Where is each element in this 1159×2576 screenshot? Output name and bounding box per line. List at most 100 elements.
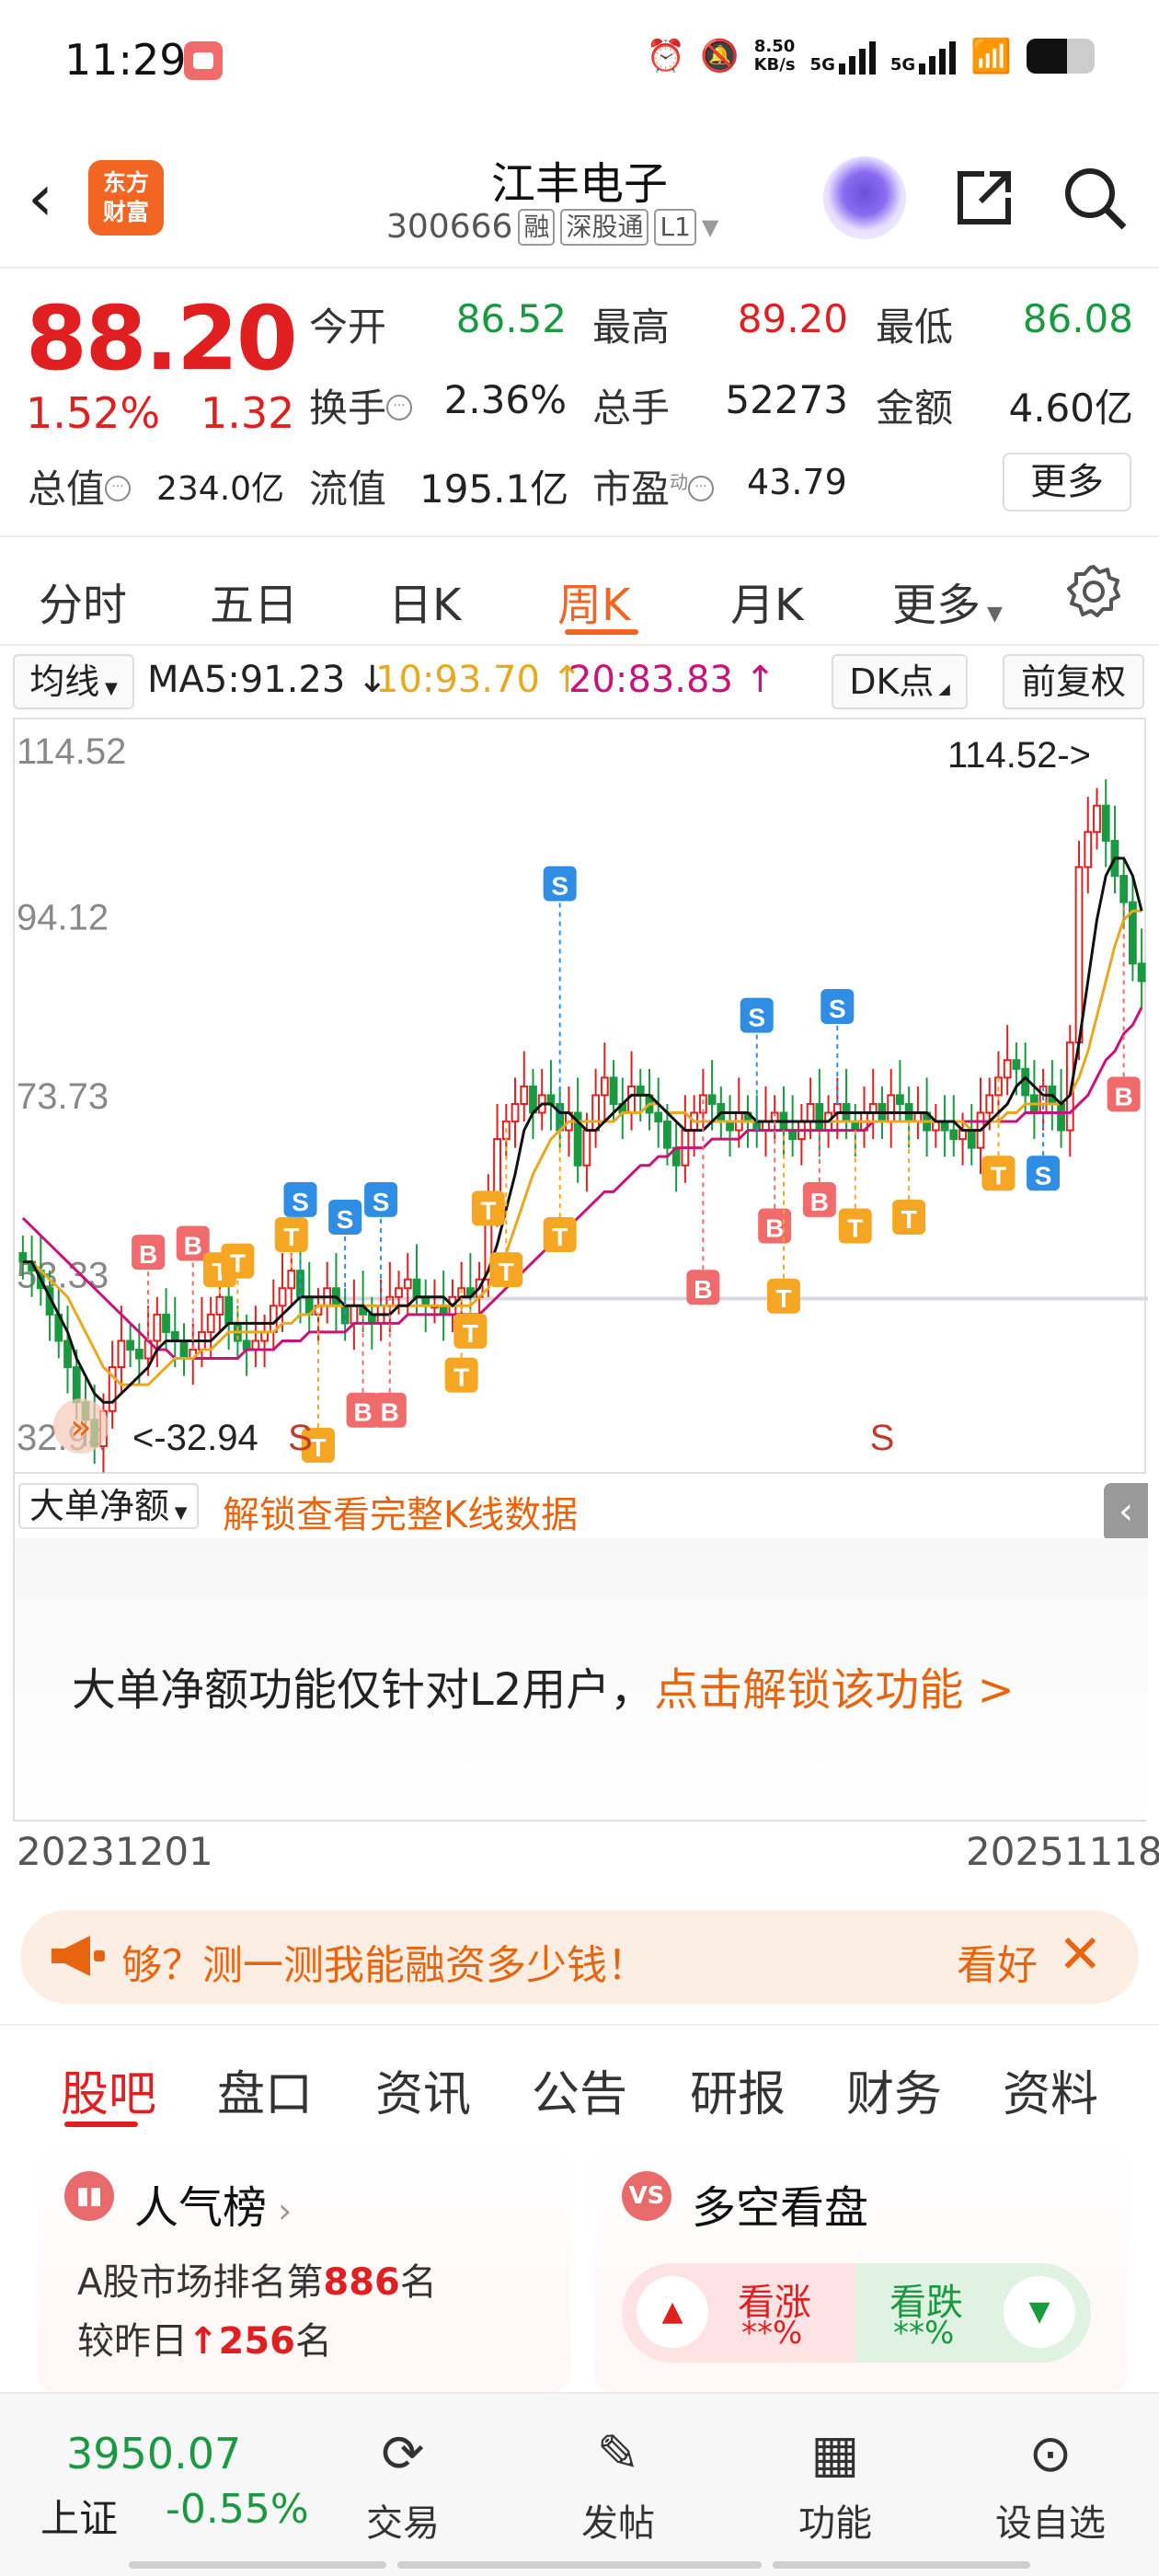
promo-banner[interactable]: 够？测一测我能融资多少钱！ 看好 ✕ xyxy=(20,1910,1139,2004)
candle-body xyxy=(72,1366,81,1404)
margin-tag: 融 xyxy=(518,208,556,246)
ma20-value: 20:83.83 ↑ xyxy=(568,659,776,701)
pe-label: 市盈动 ··· xyxy=(592,458,715,514)
close-icon[interactable]: ✕ xyxy=(1058,1923,1103,1985)
candle-body xyxy=(511,1102,520,1123)
signal-marker-label: S xyxy=(748,1004,765,1032)
candle-body xyxy=(63,1340,72,1369)
signal-marker-label: B xyxy=(694,1275,712,1304)
signal-marker-label: S xyxy=(337,1205,354,1234)
candle-body xyxy=(179,1340,189,1360)
dk-point-selector[interactable]: DK点 ◢ xyxy=(832,654,968,709)
status-bar: 11:29 ⏰ 🔕 8.50 KB/s 5G 5G 📶 xyxy=(0,0,1159,124)
more-dots-icon: ⊙ xyxy=(1028,2424,1073,2484)
ma5-line xyxy=(22,857,1143,1404)
tab-daily-k[interactable]: 日K xyxy=(388,569,461,633)
tab-weekly-k[interactable]: 周K xyxy=(557,569,630,633)
signal-marker-label: B xyxy=(1115,1082,1133,1110)
flow-indicator-selector[interactable]: 大单净额 ▼ xyxy=(18,1483,199,1529)
vote-up-pct: **% xyxy=(741,2315,803,2352)
nav-watchlist[interactable]: ⊙ 设自选 xyxy=(986,2420,1115,2547)
candle-body xyxy=(815,1102,824,1132)
big-order-panel: 大单净额 ▼ 解锁查看完整K线数据 ‹ 大单净额功能仅针对L2用户，点击解锁该功… xyxy=(13,1474,1148,1822)
max-price-label: 114.52-> xyxy=(947,735,1091,776)
nav-functions-label: 功能 xyxy=(798,2502,872,2545)
tab-five-day[interactable]: 五日 xyxy=(210,569,298,633)
content-tabs: 股吧 盘口 资讯 公告 研报 财务 资料 xyxy=(0,2024,1159,2134)
candle-body xyxy=(663,1121,671,1149)
more-button[interactable]: 更多 xyxy=(1003,453,1131,512)
level-tag[interactable]: L1 xyxy=(654,208,696,246)
share-icon[interactable] xyxy=(947,161,1021,235)
info-icon[interactable]: ··· xyxy=(105,475,132,501)
info-icon[interactable]: ··· xyxy=(688,475,715,501)
candle-body xyxy=(806,1102,815,1123)
stock-header: ‹ 东方 财富 江丰电子 300666 融 深股通 L1 ▼ xyxy=(0,138,1159,267)
search-icon[interactable] xyxy=(1058,161,1131,235)
unlock-feature-link[interactable]: 点击解锁该功能 > xyxy=(654,1664,1014,1716)
low-label: 最低 xyxy=(876,305,954,350)
alarm-icon: ⏰ xyxy=(646,38,686,75)
end-date: 20251118 xyxy=(966,1829,1159,1874)
tab-profile[interactable]: 资料 xyxy=(1003,2055,1098,2124)
signal-icon: 5G xyxy=(810,38,876,75)
tab-panel[interactable]: 盘口 xyxy=(217,2055,313,2124)
signal-marker-label: T xyxy=(499,1258,514,1286)
tab-guba[interactable]: 股吧 xyxy=(61,2055,156,2124)
tab-more[interactable]: 更多 ▼ xyxy=(892,569,1003,633)
home-indicator xyxy=(773,2561,1030,2569)
expand-arrow-glyph: » xyxy=(70,1407,91,1447)
ma10-value: 10:93.70 ↑ xyxy=(375,659,583,701)
vote-down-button[interactable]: 看跌 **% ▼ xyxy=(856,2263,1091,2363)
signal-marker-label: T xyxy=(552,1223,568,1251)
nav-functions[interactable]: ▦ 功能 xyxy=(771,2420,900,2547)
tab-finance[interactable]: 财务 xyxy=(846,2055,942,2124)
signal-marker-label: T xyxy=(463,1319,478,1348)
float-mv-label: 流值 xyxy=(309,466,387,512)
unlock-link[interactable]: 解锁查看完整K线数据 xyxy=(223,1485,578,1538)
start-date: 20231201 xyxy=(17,1829,213,1874)
chevron-down-icon[interactable]: ▼ xyxy=(702,214,718,240)
tab-monthly-k[interactable]: 月K xyxy=(730,569,803,633)
adjust-selector[interactable]: 前复权 xyxy=(1003,654,1144,709)
gear-icon[interactable] xyxy=(1065,563,1122,624)
signal-marker-label: B xyxy=(810,1188,829,1216)
candle-body xyxy=(412,1278,421,1298)
collapse-arrow-icon[interactable]: ‹ xyxy=(1104,1483,1148,1542)
open-value: 86.52 xyxy=(455,296,567,341)
ai-assistant-icon[interactable] xyxy=(823,156,906,239)
nav-post[interactable]: ✎ 发帖 xyxy=(554,2420,683,2547)
banner-look-link[interactable]: 看好 xyxy=(957,1932,1038,1991)
tab-announcements[interactable]: 公告 xyxy=(532,2055,627,2124)
index-name: 上证 xyxy=(40,2496,119,2541)
tab-intraday[interactable]: 分时 xyxy=(39,569,127,633)
kline-svg[interactable]: 114.5294.1273.7353.3332.94BBTTSTSSTBBTTT… xyxy=(15,719,1148,1476)
bar-chart-icon: ▮▮ xyxy=(64,2171,114,2221)
kline-chart[interactable]: 114.5294.1273.7353.3332.94BBTTSTSSTBBTTT… xyxy=(13,718,1148,1476)
candle-body xyxy=(949,1129,958,1141)
sell-label: S xyxy=(288,1418,313,1458)
y-tick-label: 94.12 xyxy=(17,898,109,938)
vote-up-button[interactable]: ▲ 看涨 **% xyxy=(622,2263,856,2363)
info-icon[interactable]: ··· xyxy=(386,394,413,420)
candle-body xyxy=(627,1085,636,1114)
indicator-selector[interactable]: 均线 ▼ xyxy=(13,654,134,709)
sell-label: S xyxy=(870,1418,895,1458)
signal-marker-label: T xyxy=(991,1161,1006,1190)
popularity-card[interactable]: ▮▮ 人气榜 › A股市场排名第886名 较昨日↑256名 xyxy=(37,2144,570,2392)
candle-body xyxy=(582,1129,591,1167)
total-mv-label: 总值 ··· xyxy=(28,458,132,514)
tab-research[interactable]: 研报 xyxy=(690,2055,786,2124)
megaphone-icon xyxy=(52,1936,105,1976)
nav-trade[interactable]: ⟳ 交易 xyxy=(339,2420,467,2547)
signal-marker-label: T xyxy=(310,1433,326,1462)
index-value: 3950.07 xyxy=(66,2429,242,2478)
candle-body xyxy=(134,1348,143,1360)
period-tabs: 分时 五日 日K 周K 月K 更多 ▼ xyxy=(0,543,1159,644)
market-rank: A股市场排名第886名 xyxy=(77,2261,437,2304)
candle-body xyxy=(206,1313,215,1333)
signal-marker-label: B xyxy=(381,1398,399,1427)
tab-news[interactable]: 资讯 xyxy=(375,2055,471,2124)
signal-marker-label: T xyxy=(775,1284,791,1313)
yuan-refresh-icon: ⟳ xyxy=(381,2424,425,2484)
